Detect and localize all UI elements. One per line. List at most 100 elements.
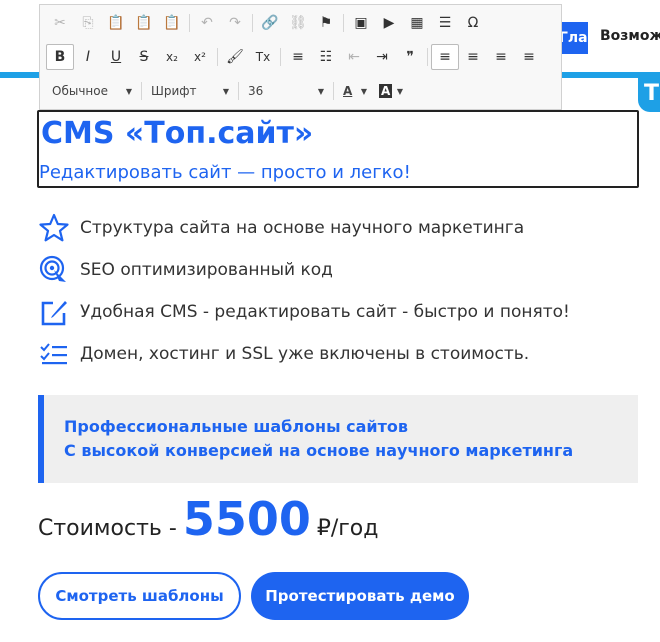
text-color-button[interactable]: A ▼ — [337, 79, 373, 103]
paste-button[interactable]: 📋 — [102, 10, 130, 36]
font-select[interactable]: Шрифт ▼ — [145, 79, 235, 103]
bulleted-list-icon: ☷ — [319, 49, 333, 65]
toolbar-separator — [189, 14, 190, 32]
target-cursor-icon — [38, 254, 70, 286]
redo-button[interactable]: ↷ — [221, 10, 249, 36]
horizontal-line-icon: ☰ — [438, 15, 452, 31]
video-button[interactable]: ▶ — [375, 10, 403, 36]
subscript-icon: x₂ — [166, 50, 178, 64]
feature-item: Структура сайта на основе научного марке… — [38, 212, 524, 244]
paste-word-button[interactable]: 📋 — [158, 10, 186, 36]
editable-heading-block[interactable]: CMS «Топ.сайт» Редактировать сайт — прос… — [37, 110, 639, 188]
cut-button[interactable]: ✂ — [46, 10, 74, 36]
link-button[interactable]: 🔗 — [256, 10, 284, 36]
underline-icon: U — [110, 49, 122, 65]
text-color-icon: A — [343, 84, 353, 98]
paste-icon: 📋 — [107, 15, 125, 31]
horizontal-line-button[interactable]: ☰ — [431, 10, 459, 36]
bg-color-icon: A — [379, 84, 393, 98]
chevron-down-icon: ▼ — [396, 86, 403, 96]
font-select-value: Шрифт — [151, 84, 197, 98]
feature-item: SEO оптимизированный код — [38, 254, 333, 286]
align-center-icon: ≡ — [467, 49, 479, 65]
anchor-flag-icon: ⚑ — [319, 15, 333, 31]
promo-line-2: С высокой конверсией на основе научного … — [64, 441, 574, 460]
promo-line-1: Профессиональные шаблоны сайтов — [64, 417, 409, 436]
table-icon: ▦ — [410, 15, 424, 31]
special-char-button[interactable]: Ω — [459, 10, 487, 36]
copy-format-button[interactable]: 🖌 — [221, 44, 249, 70]
view-templates-button[interactable]: Смотреть шаблоны — [38, 572, 241, 620]
size-select[interactable]: 36 ▼ — [242, 79, 330, 103]
toolbar-row-2: B I U Sx₂ x² 🖌 Tx ≡ ☷ ⇤ ⇥ ❞ ≡ ≡ ≡ ≡ — [46, 42, 543, 72]
page-title[interactable]: CMS «Топ.сайт» — [41, 116, 313, 151]
toolbar-separator — [141, 82, 142, 100]
italic-button[interactable]: I — [74, 44, 102, 70]
nav-item-features[interactable]: Возможности — [600, 28, 660, 44]
editor-toolbar: ✂ ⎘ 📋 📋 📋 ↶ ↷ 🔗 ⛓ ⚑ ▣ ▶ ▦ ☰ Ω B I U Sx₂ x² 🖌 Tx ≡ ☷ ⇤ ⇥ ❞ ≡ ≡ ≡ ≡ Обы… — [39, 4, 562, 110]
size-select-value: 36 — [248, 84, 264, 98]
video-icon: ▶ — [383, 15, 395, 31]
superscript-icon: x² — [194, 50, 206, 64]
format-select[interactable]: Обычное ▼ — [46, 79, 138, 103]
superscript-button[interactable]: x² — [186, 44, 214, 70]
strikethrough-button[interactable]: S — [130, 44, 158, 70]
undo-icon: ↶ — [201, 15, 213, 31]
toolbar-separator — [427, 48, 428, 66]
special-char-icon: Ω — [467, 15, 479, 31]
indent-button[interactable]: ⇥ — [368, 44, 396, 70]
image-button[interactable]: ▣ — [347, 10, 375, 36]
nav-item-home[interactable]: Главная — [558, 22, 588, 54]
toolbar-separator — [217, 48, 218, 66]
cut-icon: ✂ — [54, 15, 66, 31]
paste-word-icon: 📋 — [163, 15, 181, 31]
undo-button[interactable]: ↶ — [193, 10, 221, 36]
bg-color-button[interactable]: A ▼ — [373, 79, 409, 103]
copy-format-icon: 🖌 — [226, 49, 244, 65]
promo-banner: Профессиональные шаблоны сайтов С высоко… — [38, 395, 638, 483]
align-center-button[interactable]: ≡ — [459, 44, 487, 70]
image-icon: ▣ — [354, 15, 368, 31]
test-demo-button[interactable]: Протестировать демо — [251, 572, 469, 620]
toolbar-separator — [333, 82, 334, 100]
outdent-button[interactable]: ⇤ — [340, 44, 368, 70]
toolbar-separator — [343, 14, 344, 32]
corner-badge[interactable]: Т — [638, 78, 660, 112]
blockquote-icon: ❞ — [406, 49, 414, 65]
align-justify-button[interactable]: ≡ — [515, 44, 543, 70]
link-icon: 🔗 — [261, 15, 279, 31]
align-left-button[interactable]: ≡ — [431, 44, 459, 70]
redo-icon: ↷ — [229, 15, 241, 31]
table-button[interactable]: ▦ — [403, 10, 431, 36]
subscript-button[interactable]: x₂ — [158, 44, 186, 70]
bulleted-list-button[interactable]: ☷ — [312, 44, 340, 70]
align-left-icon: ≡ — [439, 49, 451, 65]
underline-button[interactable]: U — [102, 44, 130, 70]
strikethrough-icon: S — [139, 49, 149, 65]
outdent-icon: ⇤ — [348, 49, 360, 65]
anchor-flag-button[interactable]: ⚑ — [312, 10, 340, 36]
copy-button[interactable]: ⎘ — [74, 10, 102, 36]
align-right-icon: ≡ — [495, 49, 507, 65]
unlink-button[interactable]: ⛓ — [284, 10, 312, 36]
toolbar-separator — [238, 82, 239, 100]
bold-icon: B — [54, 49, 66, 65]
price-block: Стоимость - 5500 ₽/год — [38, 492, 378, 548]
remove-format-button[interactable]: Tx — [249, 44, 277, 70]
paste-text-icon: 📋 — [135, 15, 153, 31]
bold-button[interactable]: B — [46, 44, 74, 70]
paste-text-button[interactable]: 📋 — [130, 10, 158, 36]
blockquote-button[interactable]: ❞ — [396, 44, 424, 70]
numbered-list-button[interactable]: ≡ — [284, 44, 312, 70]
page-subtitle[interactable]: Редактировать сайт — просто и легко! — [39, 162, 411, 183]
checklist-icon — [38, 338, 70, 370]
indent-icon: ⇥ — [376, 49, 388, 65]
numbered-list-icon: ≡ — [292, 49, 304, 65]
feature-text: Структура сайта на основе научного марке… — [80, 218, 525, 238]
price-unit: ₽/год — [316, 516, 379, 541]
price-value: 5500 — [182, 492, 311, 546]
align-right-button[interactable]: ≡ — [487, 44, 515, 70]
feature-text: Удобная CMS - редактировать сайт - быстр… — [80, 302, 570, 322]
chevron-down-icon: ▼ — [360, 86, 367, 96]
feature-text: SEO оптимизированный код — [80, 260, 333, 280]
